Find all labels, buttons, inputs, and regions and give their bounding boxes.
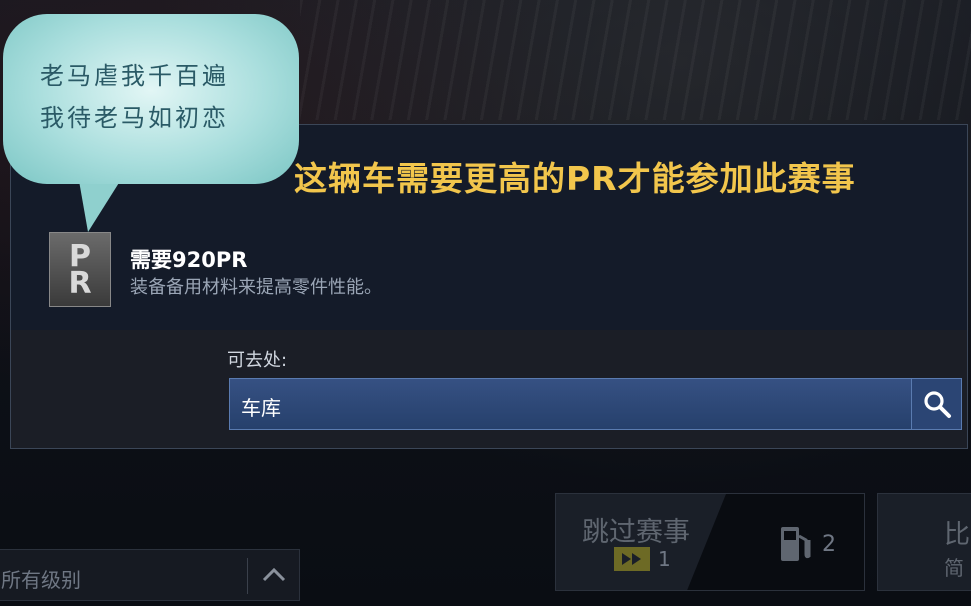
destination-garage-button[interactable]: 车库 — [229, 378, 962, 430]
search-icon[interactable] — [911, 379, 961, 429]
level-filter-value: 所有级别 — [1, 568, 81, 592]
pr-badge-text: PR — [68, 238, 92, 301]
speech-bubble-line-1: 老马虐我千百遍 — [40, 62, 229, 90]
skip-count: 1 — [658, 547, 671, 571]
requirement-title: 需要920PR — [130, 248, 248, 272]
fast-forward-icon — [614, 547, 650, 571]
fuel-cost-row: 2 — [778, 524, 836, 564]
skip-button-dark-panel — [687, 494, 864, 590]
skip-race-label: 跳过赛事 — [582, 517, 690, 548]
destinations-label: 可去处: — [227, 350, 288, 371]
level-filter-select[interactable]: 所有级别 — [0, 549, 300, 601]
skip-race-button[interactable]: 跳过赛事 1 2 — [555, 493, 865, 591]
speech-bubble-line-2: 我待老马如初恋 — [40, 104, 229, 132]
chevron-up-icon[interactable] — [261, 564, 287, 590]
race-button[interactable]: 比 简 — [877, 493, 971, 591]
fuel-count: 2 — [822, 531, 836, 557]
requirement-description: 装备备用材料来提高零件性能。 — [130, 277, 382, 298]
race-button-sublabel: 简 — [944, 556, 964, 580]
destinations-section: 可去处: 车库 — [11, 330, 967, 448]
skip-count-row: 1 — [614, 547, 671, 571]
level-filter-divider — [247, 558, 248, 594]
race-button-label: 比 — [944, 520, 971, 550]
speech-bubble-text: 老马虐我千百遍 我待老马如初恋 — [40, 55, 280, 139]
fuel-pump-icon — [781, 527, 811, 561]
pr-badge-icon: PR — [49, 232, 111, 307]
speech-bubble: 老马虐我千百遍 我待老马如初恋 — [0, 0, 310, 240]
destination-garage-label: 车库 — [241, 396, 281, 420]
dialog-title: 这辆车需要更高的PR才能参加此赛事 — [294, 159, 856, 198]
background-streaks — [300, 0, 971, 120]
